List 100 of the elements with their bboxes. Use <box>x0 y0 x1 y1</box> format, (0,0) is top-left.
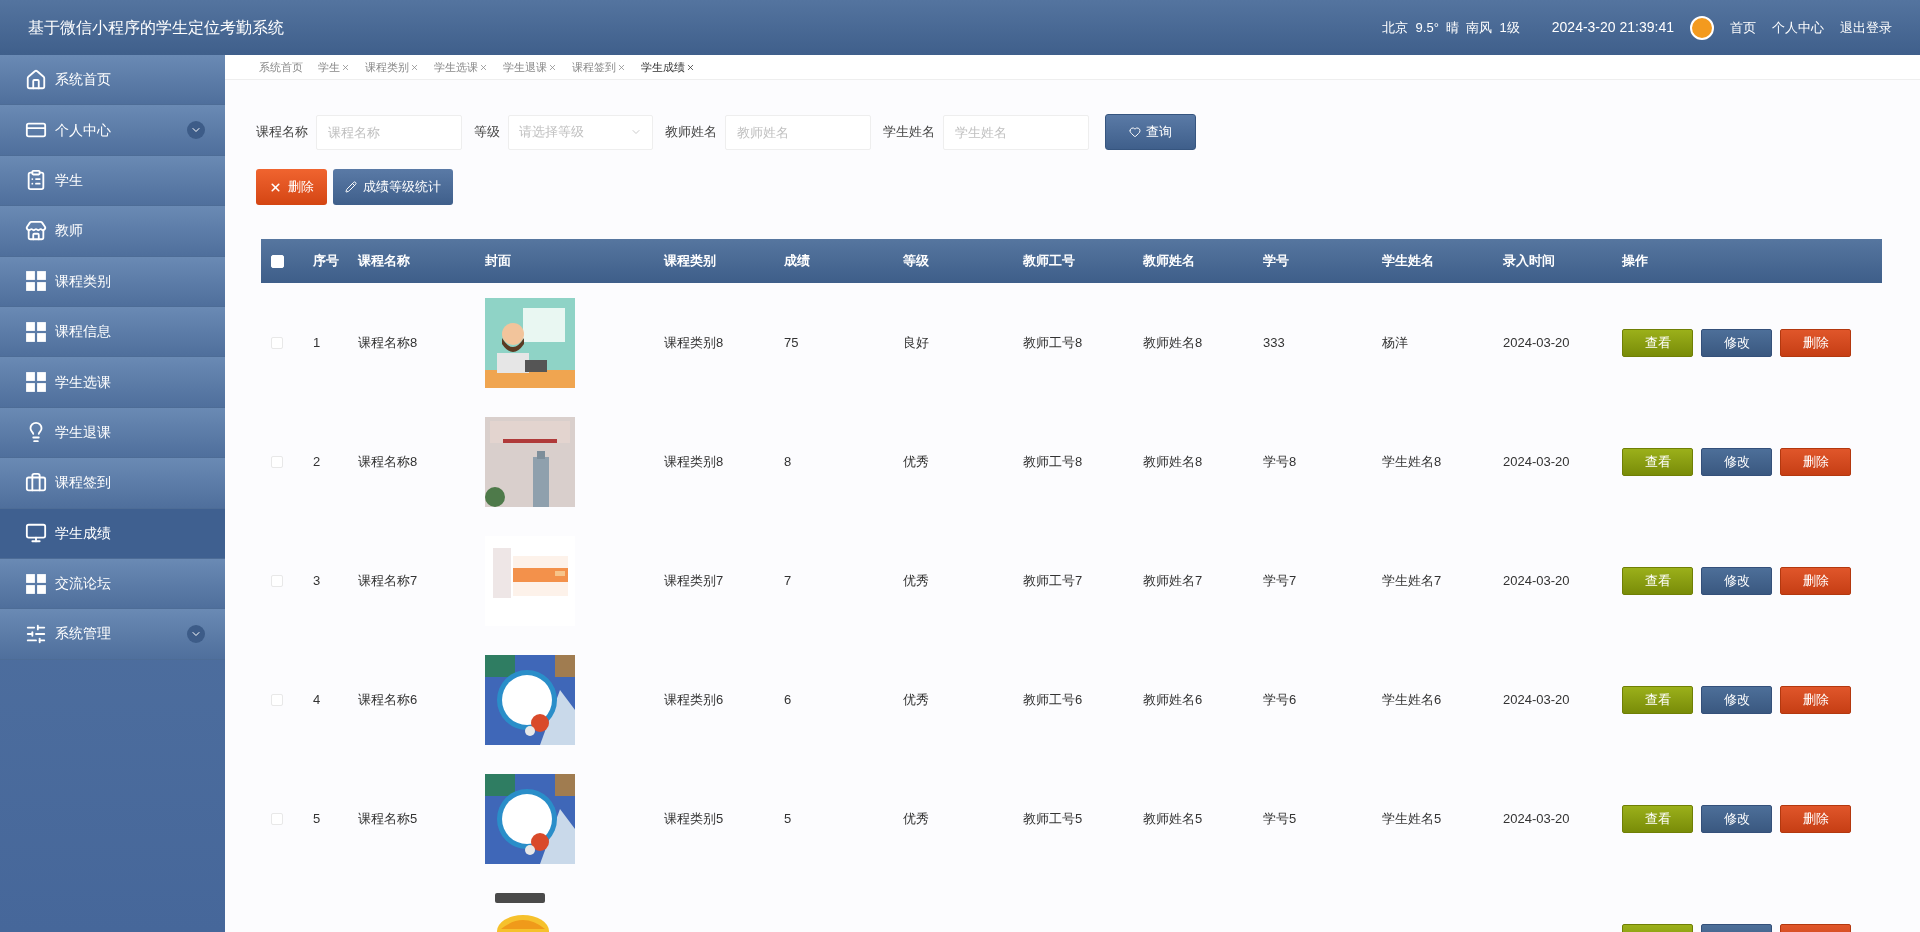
table-cell-text: 教师姓名8 <box>1143 452 1204 471</box>
column-header: 操作 <box>1622 252 1649 271</box>
table-cell-text: 2024-03-20 <box>1503 571 1571 590</box>
table-cell-text: 课程类别8 <box>664 452 725 471</box>
table-cell-text: 课程类别6 <box>664 690 725 709</box>
monitor-icon <box>25 522 47 545</box>
sidebar-item[interactable]: 课程类别 <box>0 256 225 307</box>
page-tab[interactable]: 学生成绩 <box>641 58 695 76</box>
edit-button[interactable]: 修改 <box>1701 566 1772 595</box>
page-tab[interactable]: 学生选课 <box>434 58 488 76</box>
sliders-icon <box>25 623 47 645</box>
view-button[interactable]: 查看 <box>1622 566 1693 595</box>
table-cell-text: 学号8 <box>1263 452 1298 471</box>
column-header: 成绩 <box>784 252 811 271</box>
column-header: 学生姓名 <box>1382 252 1435 271</box>
table-cell-text: 学生姓名5 <box>1382 809 1443 828</box>
column-header: 等级 <box>903 252 930 271</box>
page-tab[interactable]: 系统首页 <box>259 58 303 76</box>
column-header: 学号 <box>1263 252 1290 271</box>
view-button[interactable]: 查看 <box>1622 447 1693 476</box>
table-cell-text: 教师姓名6 <box>1143 690 1204 709</box>
search-field[interactable]: 教师姓名 <box>725 114 871 150</box>
grid-icon <box>25 320 47 343</box>
edit-button[interactable]: 修改 <box>1701 804 1772 833</box>
sidebar-item[interactable]: 系统管理 <box>0 609 225 660</box>
edit-button[interactable]: 修改 <box>1701 685 1772 714</box>
table-cell-text: 2024-03-20 <box>1503 809 1571 828</box>
view-button[interactable]: 查看 <box>1622 685 1693 714</box>
close-icon <box>269 180 282 194</box>
table-cell-text: 教师姓名5 <box>1143 809 1204 828</box>
delete-button[interactable]: 删除 <box>1780 685 1851 714</box>
close-icon[interactable] <box>548 62 557 72</box>
sidebar-item[interactable]: 教师 <box>0 206 225 257</box>
table-cell-text: 学号7 <box>1263 571 1298 590</box>
delete-button[interactable]: 删除 <box>1780 447 1851 476</box>
app-title: 基于微信小程序的学生定位考勤系统 <box>28 17 284 38</box>
close-icon[interactable] <box>410 62 419 72</box>
grid-icon <box>25 270 47 293</box>
sidebar-item[interactable]: 学生成绩 <box>0 508 225 559</box>
column-header: 教师工号 <box>1023 252 1076 271</box>
column-header: 封面 <box>485 252 512 271</box>
view-button[interactable]: 查看 <box>1622 328 1693 357</box>
table-cell-text: 5 <box>784 809 793 828</box>
weather-text: 北京 9.5° 晴 南风 1级 <box>1382 18 1520 37</box>
delete-button[interactable]: 删除 <box>256 169 327 205</box>
table-cell-text: 2024-03-20 <box>1503 452 1571 471</box>
sidebar-item[interactable]: 系统首页 <box>0 55 225 106</box>
table-cell-text: 教师工号7 <box>1023 571 1084 590</box>
table-cell-text: 2024-03-20 <box>1503 333 1571 352</box>
table-cell-text: 教师姓名8 <box>1143 333 1204 352</box>
search-field[interactable]: 学生姓名 <box>943 114 1089 150</box>
delete-button[interactable]: 删除 <box>1780 804 1851 833</box>
page-tab[interactable]: 课程签到 <box>572 58 626 76</box>
search-button[interactable]: 查询 <box>1105 114 1196 150</box>
table-cell-text: 7 <box>784 571 793 590</box>
sidebar-item[interactable]: 学生 <box>0 155 225 207</box>
close-icon[interactable] <box>341 62 350 72</box>
home-icon <box>25 68 47 91</box>
table-cell-text: 6 <box>784 690 793 709</box>
stats-button[interactable]: 成绩等级统计 <box>333 169 453 205</box>
table-cell-text: 2 <box>313 452 322 471</box>
table-cell-text: 课程类别7 <box>664 571 725 590</box>
table-cell-text: 学生姓名6 <box>1382 690 1443 709</box>
table-cell-text: 教师工号8 <box>1023 452 1084 471</box>
table-cell-text: 5 <box>313 809 322 828</box>
sidebar-item[interactable]: 个人中心 <box>0 105 225 156</box>
avatar-icon <box>1690 15 1714 40</box>
sidebar-item[interactable]: 交流论坛 <box>0 558 225 610</box>
date-time: 2024-3-20 21:39:41 <box>1551 18 1674 37</box>
table-cell-text: 课程类别8 <box>664 333 725 352</box>
search-field[interactable]: 课程名称 <box>316 114 462 150</box>
table-cell-text: 教师姓名7 <box>1143 571 1204 590</box>
close-icon[interactable] <box>686 62 695 72</box>
table-cell-text: 杨洋 <box>1382 333 1409 352</box>
table-cell-text: 3 <box>313 571 322 590</box>
view-button[interactable]: 查看 <box>1622 804 1693 833</box>
table-cell-text: 课程名称7 <box>358 571 419 590</box>
page-tab[interactable]: 课程类别 <box>365 58 419 76</box>
delete-button[interactable]: 删除 <box>1780 566 1851 595</box>
table-cell-text: 学生姓名7 <box>1382 571 1443 590</box>
filter-label: 等级 <box>474 123 500 142</box>
close-icon[interactable] <box>479 62 488 72</box>
edit-button[interactable]: 修改 <box>1701 447 1772 476</box>
sidebar-item[interactable]: 课程签到 <box>0 458 225 509</box>
column-header: 序号 <box>313 252 340 271</box>
page-tab[interactable]: 学生退课 <box>503 58 557 76</box>
close-icon[interactable] <box>617 62 626 72</box>
header-link[interactable]: 退出登录 <box>1840 17 1892 38</box>
table-cell-text: 良好 <box>903 333 930 352</box>
sidebar-item[interactable]: 学生选课 <box>0 357 225 408</box>
edit-button[interactable]: 修改 <box>1701 328 1772 357</box>
heart-icon <box>1129 126 1141 138</box>
table-cell-text: 8 <box>784 452 793 471</box>
page-tab[interactable]: 学生 <box>318 58 350 76</box>
delete-button[interactable]: 删除 <box>1780 328 1851 357</box>
select-all-checkbox[interactable] <box>271 254 284 268</box>
header-link[interactable]: 首页 <box>1730 17 1756 38</box>
sidebar-item[interactable]: 课程信息 <box>0 306 225 358</box>
sidebar-item[interactable]: 学生退课 <box>0 407 225 459</box>
header-link[interactable]: 个人中心 <box>1772 17 1824 38</box>
